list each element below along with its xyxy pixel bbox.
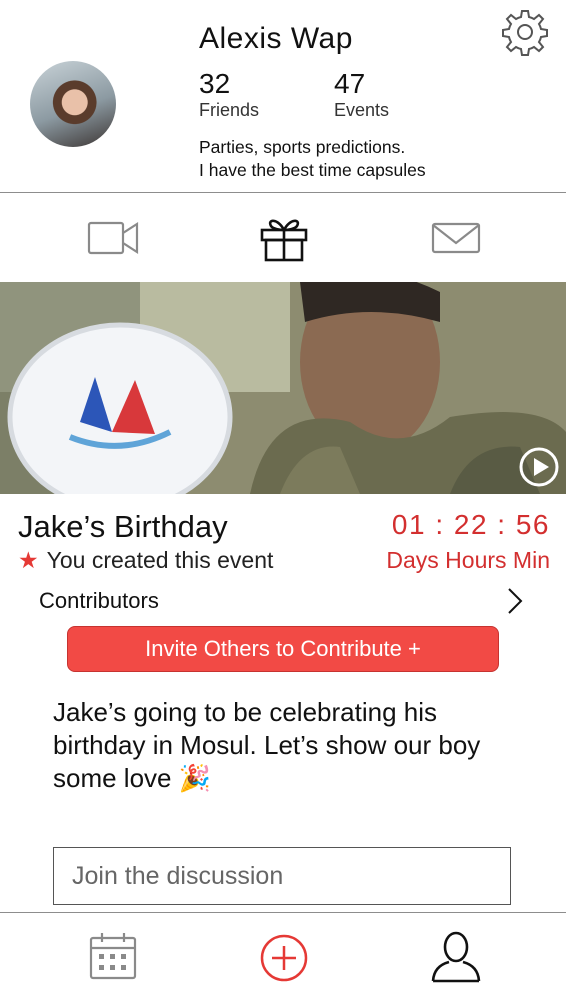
profile-bio: Parties, sports predictions. I have the … bbox=[199, 136, 426, 182]
invite-contributors-button[interactable]: Invite Others to Contribute + bbox=[67, 626, 499, 672]
friends-label: Friends bbox=[199, 100, 260, 120]
plus-circle-icon[interactable] bbox=[259, 933, 309, 983]
events-stat[interactable]: 47 Events bbox=[334, 68, 389, 121]
countdown-units: Days Hours Min bbox=[386, 547, 550, 573]
created-note-text: You created this event bbox=[46, 547, 274, 573]
countdown-timer: 01 : 22 : 56 bbox=[391, 509, 550, 540]
gear-icon[interactable] bbox=[500, 7, 550, 57]
chevron-right-icon[interactable] bbox=[505, 586, 525, 616]
event-title: Jake’s Birthday bbox=[18, 509, 228, 544]
photo-scene bbox=[0, 282, 566, 494]
bio-line-1: Parties, sports predictions. bbox=[199, 137, 406, 157]
tab-messages[interactable] bbox=[428, 214, 484, 262]
event-description: Jake’s going to be celebrating his birth… bbox=[53, 697, 481, 793]
header-divider bbox=[0, 192, 566, 193]
discussion-input[interactable]: Join the discussion bbox=[53, 847, 511, 905]
play-icon[interactable] bbox=[518, 446, 560, 488]
events-count: 47 bbox=[334, 68, 366, 99]
user-icon[interactable] bbox=[429, 930, 483, 984]
tab-videos[interactable] bbox=[84, 214, 142, 262]
gift-icon bbox=[260, 219, 308, 262]
contributors-label[interactable]: Contributors bbox=[39, 588, 159, 614]
event-photo[interactable] bbox=[0, 282, 566, 494]
calendar-icon[interactable] bbox=[88, 930, 138, 982]
created-note: ★ You created this event bbox=[18, 547, 273, 574]
star-icon: ★ bbox=[18, 547, 39, 573]
video-camera-icon bbox=[87, 221, 139, 255]
events-label: Events bbox=[334, 100, 390, 120]
friends-stat[interactable]: 32 Friends bbox=[199, 68, 259, 121]
mail-icon bbox=[431, 222, 481, 254]
profile-name: Alexis Wap bbox=[199, 22, 353, 55]
friends-count: 32 bbox=[199, 68, 231, 99]
tab-gifts[interactable] bbox=[256, 214, 312, 262]
bottom-nav-divider bbox=[0, 912, 566, 913]
bio-line-2: I have the best time capsules bbox=[199, 160, 426, 180]
avatar[interactable] bbox=[30, 61, 116, 147]
